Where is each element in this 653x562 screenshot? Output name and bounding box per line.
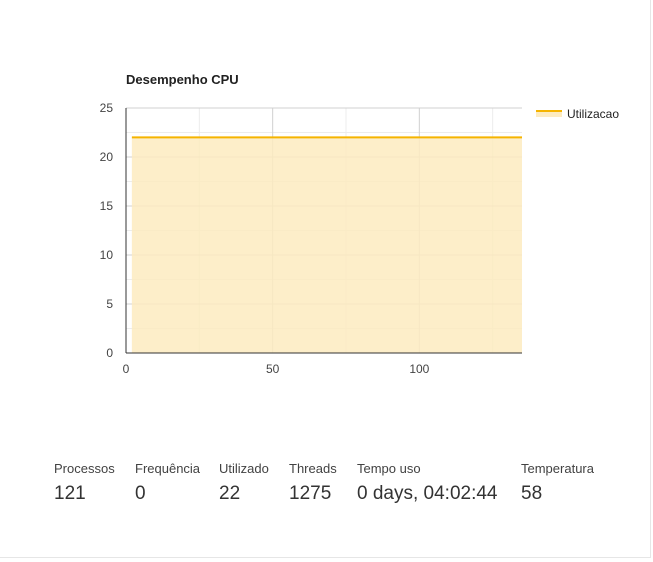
legend-label: Utilizacao — [567, 107, 619, 121]
cpu-chart: Desempenho CPU 0 5 10 15 20 25 0 50 100 Utilizacao — [0, 0, 650, 400]
y-tick-label: 5 — [106, 297, 113, 311]
cpu-chart-svg: Desempenho CPU 0 5 10 15 20 25 0 50 100 Utilizacao — [100, 72, 620, 376]
stat-label: Frequência — [135, 461, 201, 476]
stat-processos: Processos 121 — [54, 458, 115, 507]
stat-value: 22 — [219, 483, 241, 504]
series-area — [131, 137, 522, 353]
stat-value: 58 — [521, 483, 543, 504]
stat-value: 0 — [135, 483, 146, 504]
y-tick-label: 15 — [100, 199, 114, 213]
y-tick-label: 20 — [100, 150, 114, 164]
stat-value: 1275 — [289, 483, 332, 504]
x-tick-label: 0 — [123, 362, 130, 376]
y-tick-label: 0 — [106, 346, 113, 360]
y-tick-label: 25 — [100, 101, 114, 115]
stat-value: 121 — [54, 483, 86, 504]
stat-label: Processos — [54, 461, 115, 476]
stat-utilizado: Utilizado 22 — [219, 458, 269, 507]
stat-threads: Threads 1275 — [289, 458, 337, 507]
stat-label: Utilizado — [219, 461, 269, 476]
stat-value: 0 days, 04:02:44 — [357, 483, 498, 504]
stat-label: Threads — [289, 461, 337, 476]
stat-label: Tempo uso — [357, 461, 421, 476]
x-tick-label: 50 — [266, 362, 280, 376]
cpu-performance-panel: Desempenho CPU 0 5 10 15 20 25 0 50 100 Utilizacao… — [0, 0, 651, 558]
cpu-stats: Processos 121 Frequência 0 Utilizado 22 … — [0, 458, 650, 518]
stat-tempo-uso: Tempo uso 0 days, 04:02:44 — [357, 458, 498, 507]
stat-frequencia: Frequência 0 — [135, 458, 200, 507]
stat-temperatura: Temperatura 58 — [521, 458, 594, 507]
stat-label: Temperatura — [521, 461, 594, 476]
y-tick-label: 10 — [100, 248, 114, 262]
chart-title: Desempenho CPU — [126, 72, 239, 87]
x-tick-label: 100 — [409, 362, 429, 376]
